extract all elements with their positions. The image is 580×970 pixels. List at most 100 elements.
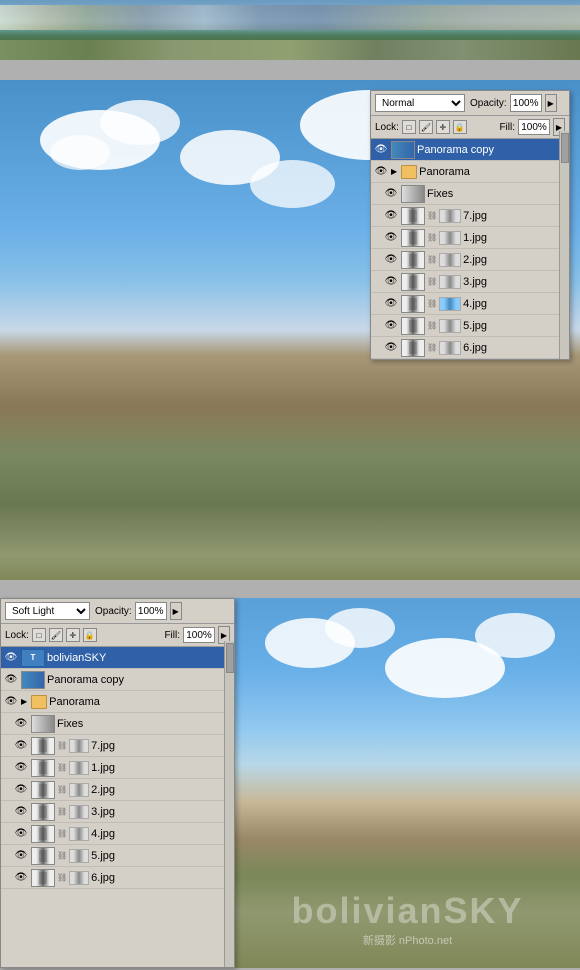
eye-icon-5jpg[interactable]: 👁 — [383, 318, 399, 334]
layers-toolbar-top: Normal Opacity: ▶ — [371, 91, 569, 116]
layer-row-1jpg[interactable]: 👁 ⛓ 1.jpg — [371, 227, 569, 249]
eye-icon-3jpg[interactable]: 👁 — [383, 274, 399, 290]
watermark-main-text: bolivianSKY — [235, 890, 580, 932]
layer-row-boliviansky[interactable]: 👁 T bolivianSKY — [1, 647, 234, 669]
blend-mode-select-top[interactable]: Normal — [375, 94, 465, 112]
folder-arrow-panorama2: ▶ — [21, 697, 27, 706]
layer-row-panorama-group[interactable]: 👁 ▶ Panorama — [371, 161, 569, 183]
folder-arrow-panorama: ▶ — [391, 167, 397, 176]
opacity-arrow-bottom[interactable]: ▶ — [170, 602, 182, 620]
lock-move-icon-bottom[interactable]: ✛ — [66, 628, 80, 642]
layer-row-6jpg[interactable]: 👁 ⛓ 6.jpg — [371, 337, 569, 359]
layer-row-5jpg2[interactable]: 👁 ⛓ 5.jpg — [1, 845, 234, 867]
chain-3jpg2: ⛓ — [57, 807, 67, 816]
eye-icon-3jpg2[interactable]: 👁 — [13, 804, 29, 820]
layer-name-6jpg: 6.jpg — [463, 342, 487, 354]
layer-row-panorama-group2[interactable]: 👁 ▶ Panorama — [1, 691, 234, 713]
eye-icon-2jpg2[interactable]: 👁 — [13, 782, 29, 798]
eye-icon-2jpg[interactable]: 👁 — [383, 252, 399, 268]
folder-icon-panorama — [401, 165, 417, 179]
chain-4jpg2: ⛓ — [57, 829, 67, 838]
layer-name-panorama: Panorama — [419, 166, 470, 178]
layers-panel-top: Normal Opacity: ▶ Lock: □ 🖌 ✛ 🔒 Fill: ▶ … — [370, 90, 570, 360]
layer-name-7jpg2: 7.jpg — [91, 740, 115, 752]
eye-icon-1jpg[interactable]: 👁 — [383, 230, 399, 246]
scrollbar-thumb-bottom[interactable] — [226, 643, 234, 673]
thumb-5jpg — [401, 317, 425, 335]
fill-input-top[interactable] — [518, 119, 550, 135]
opacity-input-bottom[interactable] — [135, 602, 167, 620]
layer-name-7jpg: 7.jpg — [463, 210, 487, 222]
chain-5jpg2: ⛓ — [57, 851, 67, 860]
layers-lock-row-top: Lock: □ 🖌 ✛ 🔒 Fill: ▶ — [371, 116, 569, 139]
layer-row-4jpg2[interactable]: 👁 ⛓ 4.jpg — [1, 823, 234, 845]
layer-name-1jpg2: 1.jpg — [91, 762, 115, 774]
layer-name-5jpg2: 5.jpg — [91, 850, 115, 862]
lock-pixel-icon-top[interactable]: □ — [402, 120, 416, 134]
layer-row-7jpg2[interactable]: 👁 ⛓ 7.jpg — [1, 735, 234, 757]
eye-icon-boliviansky[interactable]: 👁 — [3, 650, 19, 666]
thumb-1jpg — [401, 229, 425, 247]
layer-row-panorama-copy[interactable]: 👁 Panorama copy — [371, 139, 569, 161]
eye-icon-panorama-copy[interactable]: 👁 — [373, 142, 389, 158]
layer-row-1jpg2[interactable]: 👁 ⛓ 1.jpg — [1, 757, 234, 779]
fill-label-top: Fill: — [499, 122, 515, 133]
eye-icon-5jpg2[interactable]: 👁 — [13, 848, 29, 864]
layer-row-2jpg2[interactable]: 👁 ⛓ 2.jpg — [1, 779, 234, 801]
layers-panel-bottom: Soft Light Opacity: ▶ Lock: □ 🖌 ✛ 🔒 Fill… — [0, 598, 235, 968]
lock-all-icon-top[interactable]: 🔒 — [453, 120, 467, 134]
panel-scrollbar-bottom[interactable] — [224, 641, 234, 967]
layers-list-top: 👁 Panorama copy 👁 ▶ Panorama 👁 Fixes 👁 — [371, 139, 569, 359]
thumb-3jpg2 — [31, 803, 55, 821]
layer-row-3jpg[interactable]: 👁 ⛓ 3.jpg — [371, 271, 569, 293]
thumb-4jpg — [401, 295, 425, 313]
thumb-fixes2 — [31, 715, 55, 733]
thumb-2jpg — [401, 251, 425, 269]
eye-icon-fixes2[interactable]: 👁 — [13, 716, 29, 732]
thumb-3jpg — [401, 273, 425, 291]
thumb-7jpg2 — [31, 737, 55, 755]
layer-row-fixes[interactable]: 👁 Fixes — [371, 183, 569, 205]
eye-icon-panorama-copy2[interactable]: 👁 — [3, 672, 19, 688]
eye-icon-4jpg[interactable]: 👁 — [383, 296, 399, 312]
layer-name-4jpg: 4.jpg — [463, 298, 487, 310]
lock-all-icon-bottom[interactable]: 🔒 — [83, 628, 97, 642]
eye-icon-7jpg2[interactable]: 👁 — [13, 738, 29, 754]
layer-row-2jpg[interactable]: 👁 ⛓ 2.jpg — [371, 249, 569, 271]
layer-row-panorama-copy2[interactable]: 👁 Panorama copy — [1, 669, 234, 691]
eye-icon-4jpg2[interactable]: 👁 — [13, 826, 29, 842]
opacity-arrow-top[interactable]: ▶ — [545, 94, 557, 112]
fill-label-bottom: Fill: — [164, 630, 180, 641]
layer-name-3jpg2: 3.jpg — [91, 806, 115, 818]
layer-row-7jpg[interactable]: 👁 ⛓ 7.jpg — [371, 205, 569, 227]
folder-icon-panorama2 — [31, 695, 47, 709]
lock-pixel-icon-bottom[interactable]: □ — [32, 628, 46, 642]
opacity-label-top: Opacity: — [470, 98, 507, 109]
eye-icon-panorama2[interactable]: 👁 — [3, 694, 19, 710]
lock-move-icon-top[interactable]: ✛ — [436, 120, 450, 134]
layer-row-fixes2[interactable]: 👁 Fixes — [1, 713, 234, 735]
panel-scrollbar-top[interactable] — [559, 131, 569, 359]
eye-icon-6jpg[interactable]: 👁 — [383, 340, 399, 356]
lock-paint-icon-bottom[interactable]: 🖌 — [49, 628, 63, 642]
layer-name-2jpg2: 2.jpg — [91, 784, 115, 796]
eye-icon-1jpg2[interactable]: 👁 — [13, 760, 29, 776]
layer-row-5jpg[interactable]: 👁 ⛓ 5.jpg — [371, 315, 569, 337]
eye-icon-6jpg2[interactable]: 👁 — [13, 870, 29, 886]
layer-name-6jpg2: 6.jpg — [91, 872, 115, 884]
scrollbar-thumb-top[interactable] — [561, 133, 569, 163]
eye-icon-fixes[interactable]: 👁 — [383, 186, 399, 202]
eye-icon-panorama[interactable]: 👁 — [373, 164, 389, 180]
canvas-bottom: bolivianSKY 新摄影 nPhoto.net — [235, 598, 580, 968]
opacity-input-top[interactable] — [510, 94, 542, 112]
lock-paint-icon-top[interactable]: 🖌 — [419, 120, 433, 134]
eye-icon-7jpg[interactable]: 👁 — [383, 208, 399, 224]
fill-input-bottom[interactable] — [183, 627, 215, 643]
thumb-6jpg — [401, 339, 425, 357]
chain-2jpg: ⛓ — [427, 255, 437, 264]
layer-row-6jpg2[interactable]: 👁 ⛓ 6.jpg — [1, 867, 234, 889]
gray-border-top — [0, 60, 580, 80]
layer-row-4jpg[interactable]: 👁 ⛓ 4.jpg — [371, 293, 569, 315]
blend-mode-select-bottom[interactable]: Soft Light — [5, 602, 90, 620]
layer-row-3jpg2[interactable]: 👁 ⛓ 3.jpg — [1, 801, 234, 823]
